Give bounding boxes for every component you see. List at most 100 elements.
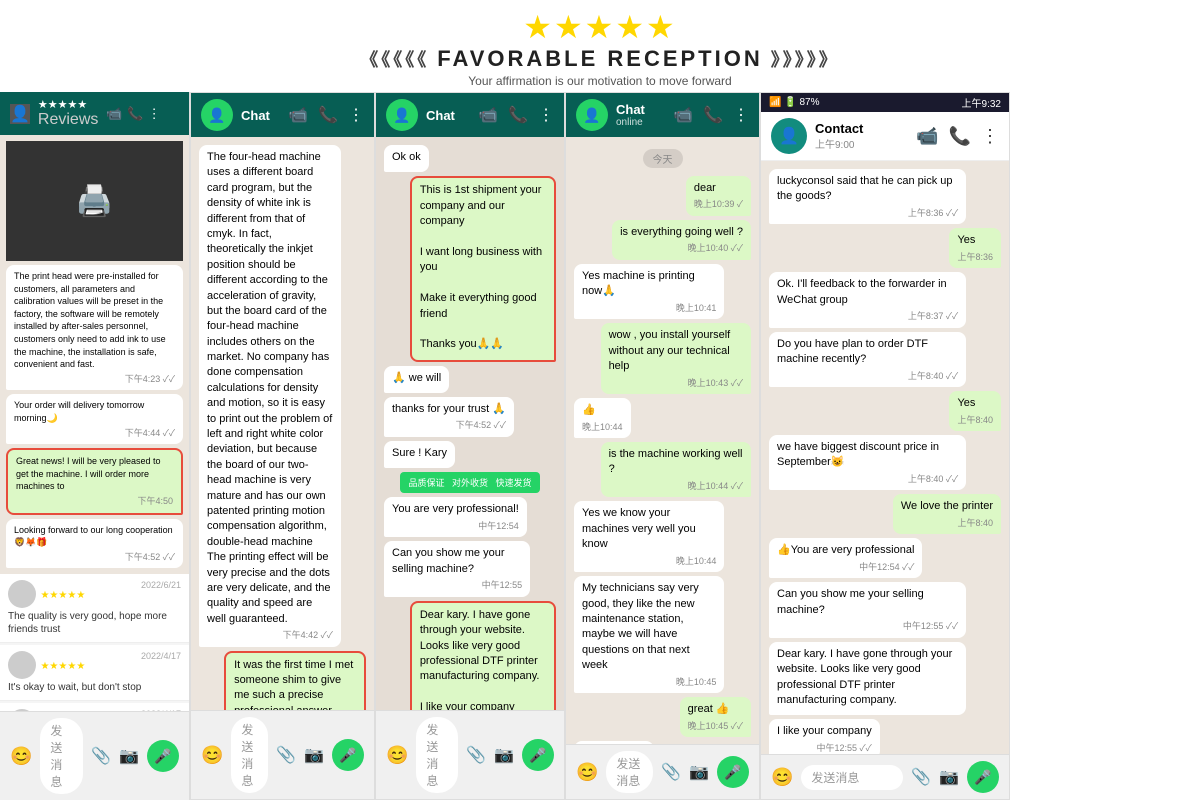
review-stars: ★★★★★ xyxy=(40,591,85,602)
emoji-icon[interactable]: 😊 xyxy=(771,767,793,788)
chat5-icons: 📹 📞 ⋮ xyxy=(916,126,999,147)
attach-icon[interactable]: 📎 xyxy=(911,767,931,787)
chat-message: thanks for your trust 🙏下午4:52 ✓✓ xyxy=(384,397,514,437)
page-header: ★★★★★ 《《《《《 FAVORABLE RECEPTION 》》》》》 Yo… xyxy=(0,0,1200,92)
emoji-icon[interactable]: 😊 xyxy=(10,746,32,767)
chat-message: Ok. I'll feedback to the forwarder in We… xyxy=(769,272,966,327)
video-icon[interactable]: 📹 xyxy=(106,106,122,121)
attach-icon[interactable]: 📎 xyxy=(276,745,296,765)
chat-message: Yes上午8:40 xyxy=(949,391,1001,431)
reviews-input-bar: 😊 发送消息 📎 📷 🎤 xyxy=(0,711,189,800)
camera-icon[interactable]: 📷 xyxy=(494,745,514,765)
review-date: 2022/4/17 xyxy=(141,651,181,661)
review-stars: ★★★★★ xyxy=(40,662,85,673)
chat-message: great 👍晚上10:45 ✓✓ xyxy=(680,697,751,737)
attach-icon[interactable]: 📎 xyxy=(91,746,111,766)
chat-message: Yes we know your machines very well you … xyxy=(574,501,724,572)
rating-stars: ★★★★★ xyxy=(0,8,1200,46)
chat-message-love-printer: We love the printer上午8:40 xyxy=(893,494,1001,534)
chat-message: Yes machine is printing now🙏晚上10:41 xyxy=(574,264,724,319)
chat1-header: 👤 Chat 📹 📞 ⋮ xyxy=(191,93,374,137)
video-icon[interactable]: 📹 xyxy=(916,126,938,147)
phone-icon[interactable]: 📞 xyxy=(508,105,528,125)
chat-message: Yes上午8:36 xyxy=(949,228,1001,268)
chat1-name: Chat xyxy=(241,108,280,123)
chat5-input[interactable]: 发送消息 xyxy=(801,765,903,790)
chat-message: Can you show me your selling machine?中午1… xyxy=(769,582,966,637)
chat-message: luckyconsol said that he can pick up the… xyxy=(769,169,966,224)
chat2-header-info: Chat xyxy=(426,108,470,123)
chat3-name: Chat xyxy=(616,102,665,117)
send-button[interactable]: 🎤 xyxy=(717,756,749,788)
chat5-body: luckyconsol said that he can pick up the… xyxy=(761,161,1009,754)
chat2-input[interactable]: 发送消息 xyxy=(416,717,458,793)
chat3-input-bar: 😊 发送消息 📎 📷 🎤 xyxy=(566,744,759,799)
notification-bar: 📶 🔋 87% 上午9:32 xyxy=(761,93,1009,112)
emoji-icon[interactable]: 😊 xyxy=(386,745,408,766)
chat5-header: 👤 Contact 上午9:00 📹 📞 ⋮ xyxy=(761,112,1009,161)
video-icon[interactable]: 📹 xyxy=(478,105,498,125)
camera-icon[interactable]: 📷 xyxy=(304,745,324,765)
chat2-body: Ok ok This is 1st shipment your company … xyxy=(376,137,564,710)
chat2-name: Chat xyxy=(426,108,470,123)
date-divider: 今天 xyxy=(643,149,683,168)
video-icon[interactable]: 📹 xyxy=(288,105,308,125)
chat-message-highlight: Dear kary. I have gone through your webs… xyxy=(410,601,556,710)
camera-icon[interactable]: 📷 xyxy=(119,746,139,766)
more-icon[interactable]: ⋮ xyxy=(148,106,161,121)
chat3-input[interactable]: 发送消息 xyxy=(606,751,653,793)
send-button[interactable]: 🎤 xyxy=(522,739,554,771)
chat-message: Looking forward to our long cooperation🦁… xyxy=(6,519,183,569)
reviews-header: 👤 ★★★★★ Reviews 📹 📞 ⋮ xyxy=(0,92,189,135)
attach-icon[interactable]: 📎 xyxy=(661,762,681,782)
chat-message: is everything going well ?晚上10:40 ✓✓ xyxy=(612,220,751,260)
chat5-name: Contact xyxy=(815,121,908,136)
emoji-icon[interactable]: 😊 xyxy=(201,745,223,766)
phone-icon[interactable]: 📞 xyxy=(127,106,143,121)
review-item: ★★★★★ 2022/4/17 It's okay to wait, but d… xyxy=(0,645,189,701)
chat-message: Your order will delivery tomorrow mornin… xyxy=(6,394,183,444)
chat5-avatar: 👤 xyxy=(771,118,807,154)
printer-image: 🖨️ xyxy=(6,141,183,261)
reviews-input[interactable]: 发送消息 xyxy=(40,718,83,794)
chat-message: My technicians say very good, they like … xyxy=(574,576,724,693)
review-text: The quality is very good, hope more frie… xyxy=(8,610,181,636)
send-button[interactable]: 🎤 xyxy=(332,739,364,771)
camera-icon[interactable]: 📷 xyxy=(689,762,709,782)
chat-message: dear晚上10:39 ✓ xyxy=(686,176,751,216)
chat1-input[interactable]: 发送消息 xyxy=(231,717,268,793)
chat1-body: The four-head machine uses a different b… xyxy=(191,137,374,710)
send-button[interactable]: 🎤 xyxy=(147,740,179,772)
chevrons-right: 》》》》》 xyxy=(771,46,840,72)
notification-time: 上午9:32 xyxy=(962,95,1001,110)
chat1-icons: 📹 📞 ⋮ xyxy=(288,105,364,125)
send-button[interactable]: 🎤 xyxy=(967,761,999,793)
reviews-panel: 👤 ★★★★★ Reviews 📹 📞 ⋮ 🖨️ The print head … xyxy=(0,92,190,800)
emoji-icon[interactable]: 😊 xyxy=(576,762,598,783)
chat2-icons: 📹 📞 ⋮ xyxy=(478,105,554,125)
video-icon[interactable]: 📹 xyxy=(673,105,693,125)
reviews-body: 🖨️ The print head were pre-installed for… xyxy=(0,135,189,711)
title-text: FAVORABLE RECEPTION xyxy=(437,46,763,72)
more-icon[interactable]: ⋮ xyxy=(981,126,999,147)
more-icon[interactable]: ⋮ xyxy=(538,105,554,125)
reviews-header-icons: 📹 📞 ⋮ xyxy=(106,105,160,123)
chat1-input-bar: 😊 发送消息 📎 📷 🎤 xyxy=(191,710,374,799)
phone-icon[interactable]: 📞 xyxy=(949,126,971,147)
chat1-avatar: 👤 xyxy=(201,99,233,131)
phone-icon[interactable]: 📞 xyxy=(318,105,338,125)
more-icon[interactable]: ⋮ xyxy=(733,105,749,125)
chat5-input-bar: 😊 发送消息 📎 📷 🎤 xyxy=(761,754,1009,799)
camera-icon[interactable]: 📷 xyxy=(939,767,959,787)
reviews-avatar: 👤 xyxy=(10,104,30,124)
status-icons: 📶 🔋 87% xyxy=(769,97,819,108)
attach-icon[interactable]: 📎 xyxy=(466,745,486,765)
page-title: 《《《《《 FAVORABLE RECEPTION 》》》》》 xyxy=(0,46,1200,72)
chat-message: I like your company中午12:55 ✓✓ xyxy=(769,719,880,754)
chat-message: we have biggest discount price in Septem… xyxy=(769,435,966,490)
phone-icon[interactable]: 📞 xyxy=(703,105,723,125)
chat-message-highlight: Great news! I will be very pleased to ge… xyxy=(6,448,183,514)
reviews-header-info: ★★★★★ Reviews xyxy=(38,98,98,129)
chat-message: Sure ! Kary xyxy=(384,441,455,468)
more-icon[interactable]: ⋮ xyxy=(348,105,364,125)
